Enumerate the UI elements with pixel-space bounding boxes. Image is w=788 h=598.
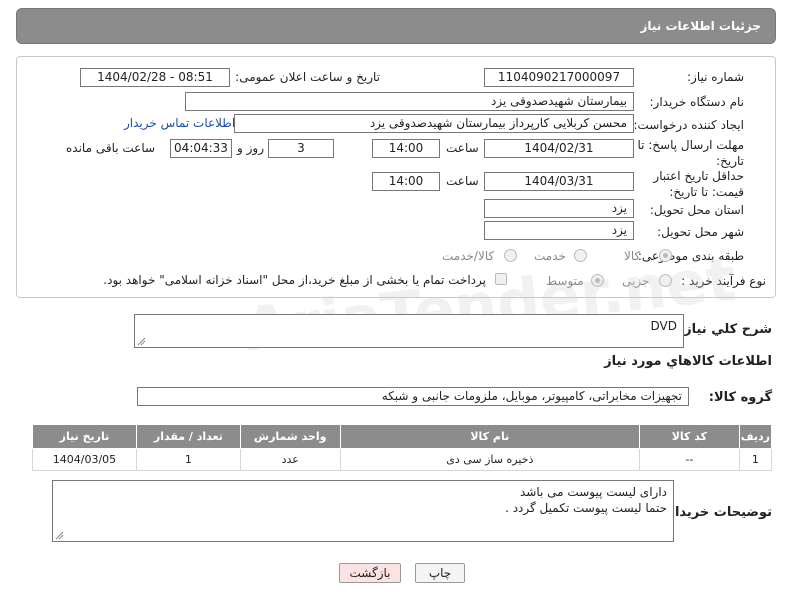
creator-field[interactable]: محسن کربلایی کارپرداز بیمارستان شهیدصدوق… — [234, 114, 634, 133]
validity-date-field[interactable]: 1404/03/31 — [484, 172, 634, 191]
category-service-radio[interactable] — [574, 249, 587, 262]
items-table: ردیف کد کالا نام کالا واحد شمارش تعداد /… — [32, 424, 773, 471]
category-both-radio[interactable] — [504, 249, 517, 262]
process-medium-radio[interactable] — [591, 274, 604, 287]
process-medium-label: متوسط — [546, 274, 584, 288]
category-service-label: خدمت — [534, 249, 566, 263]
buyer-org-label: نام دستگاه خریدار: — [649, 95, 745, 109]
resize-grip-icon[interactable] — [137, 337, 146, 346]
city-label: شهر محل تحویل: — [657, 225, 744, 239]
validity-label: حداقل تاریخ اعتبار قیمت: تا تاریخ: — [653, 169, 744, 199]
col-row-number: ردیف — [738, 424, 773, 449]
buyer-notes-line-2: حتما لیست پیوست تکمیل گردد . — [505, 501, 667, 515]
cell-need-date: 1404/03/05 — [32, 448, 137, 471]
buyer-notes-label: توضیحات خریدار: — [662, 505, 772, 520]
creator-label: ایجاد کننده درخواست: — [633, 118, 744, 132]
header-panel: جزئیات اطلاعات نیاز — [16, 8, 776, 44]
process-minor-radio[interactable] — [659, 274, 672, 287]
validity-time-label: ساعت — [446, 174, 479, 188]
need-number-field[interactable]: 1104090217000097 — [484, 68, 634, 87]
category-goods-radio[interactable] — [659, 249, 672, 262]
validity-time-field[interactable]: 14:00 — [372, 172, 440, 191]
process-minor-label: جزیی — [622, 274, 650, 288]
page-title: جزئیات اطلاعات نیاز — [640, 19, 761, 33]
buyer-contact-link[interactable]: اطلاعات تماس خریدار — [124, 116, 235, 130]
category-both-label: کالا/خدمت — [442, 249, 495, 263]
treasury-checkbox[interactable] — [495, 273, 507, 285]
cell-item-code: -- — [638, 448, 740, 471]
process-label: نوع فرآیند خرید : — [681, 274, 766, 288]
buyer-org-field[interactable]: بیمارستان شهیدصدوقی یزد — [185, 92, 634, 111]
summary-field[interactable]: DVD — [134, 314, 684, 348]
deadline-date-field[interactable]: 1404/02/31 — [484, 139, 634, 158]
remaining-label: ساعت باقی مانده — [66, 141, 156, 155]
cell-row-number: 1 — [738, 448, 773, 471]
days-field[interactable]: 3 — [268, 139, 334, 158]
col-item-code: کد کالا — [638, 424, 740, 449]
category-label: طبقه بندی موضوعی: — [637, 249, 744, 263]
cell-unit: عدد — [239, 448, 341, 471]
buyer-notes-field[interactable]: دارای لیست پیوست می باشد حتما لیست پیوست… — [52, 480, 674, 542]
category-goods-label: کالا — [624, 249, 641, 263]
cell-quantity: 1 — [135, 448, 241, 471]
back-button[interactable]: بازگشت — [339, 563, 401, 583]
buyer-notes-line-1: دارای لیست پیوست می باشد — [520, 485, 667, 499]
goods-group-label: گروه کالا: — [708, 390, 772, 405]
table-row: 1 -- ذخیره ساز سی دی عدد 1 1404/03/05 — [32, 448, 773, 471]
col-need-date: تاریخ نیاز — [32, 424, 137, 449]
goods-section-title: اطلاعات کالاهاي مورد نياز — [604, 354, 772, 369]
announce-field[interactable]: 1404/02/28 - 08:51 — [80, 68, 230, 87]
col-item-name: نام کالا — [339, 424, 640, 449]
deadline-label: مهلت ارسال پاسخ: تا تاریخ: — [637, 138, 744, 168]
col-quantity: تعداد / مقدار — [135, 424, 241, 449]
resize-grip-icon[interactable] — [55, 531, 64, 540]
remaining-time-field[interactable]: 04:04:33 — [170, 139, 232, 158]
announce-label: تاریخ و ساعت اعلان عمومی: — [235, 70, 380, 84]
goods-group-field[interactable]: تجهیزات مخابراتی، کامپیوتر، موبایل، ملزو… — [137, 387, 689, 406]
days-label: روز و — [237, 141, 264, 155]
province-label: استان محل تحویل: — [649, 203, 744, 217]
col-unit: واحد شمارش — [239, 424, 341, 449]
payment-note: پرداخت تمام یا بخشی از مبلغ خرید،از محل … — [103, 273, 486, 287]
summary-text: DVD — [650, 319, 677, 333]
deadline-time-field[interactable]: 14:00 — [372, 139, 440, 158]
city-field[interactable]: یزد — [484, 221, 634, 240]
province-field[interactable]: یزد — [484, 199, 634, 218]
summary-label: شرح کلي نياز: — [678, 322, 772, 337]
deadline-time-label: ساعت — [446, 141, 479, 155]
print-button[interactable]: چاپ — [415, 563, 465, 583]
need-number-label: شماره نیاز: — [687, 70, 744, 84]
cell-item-name: ذخیره ساز سی دی — [339, 448, 640, 471]
items-table-header: ردیف کد کالا نام کالا واحد شمارش تعداد /… — [32, 424, 773, 449]
